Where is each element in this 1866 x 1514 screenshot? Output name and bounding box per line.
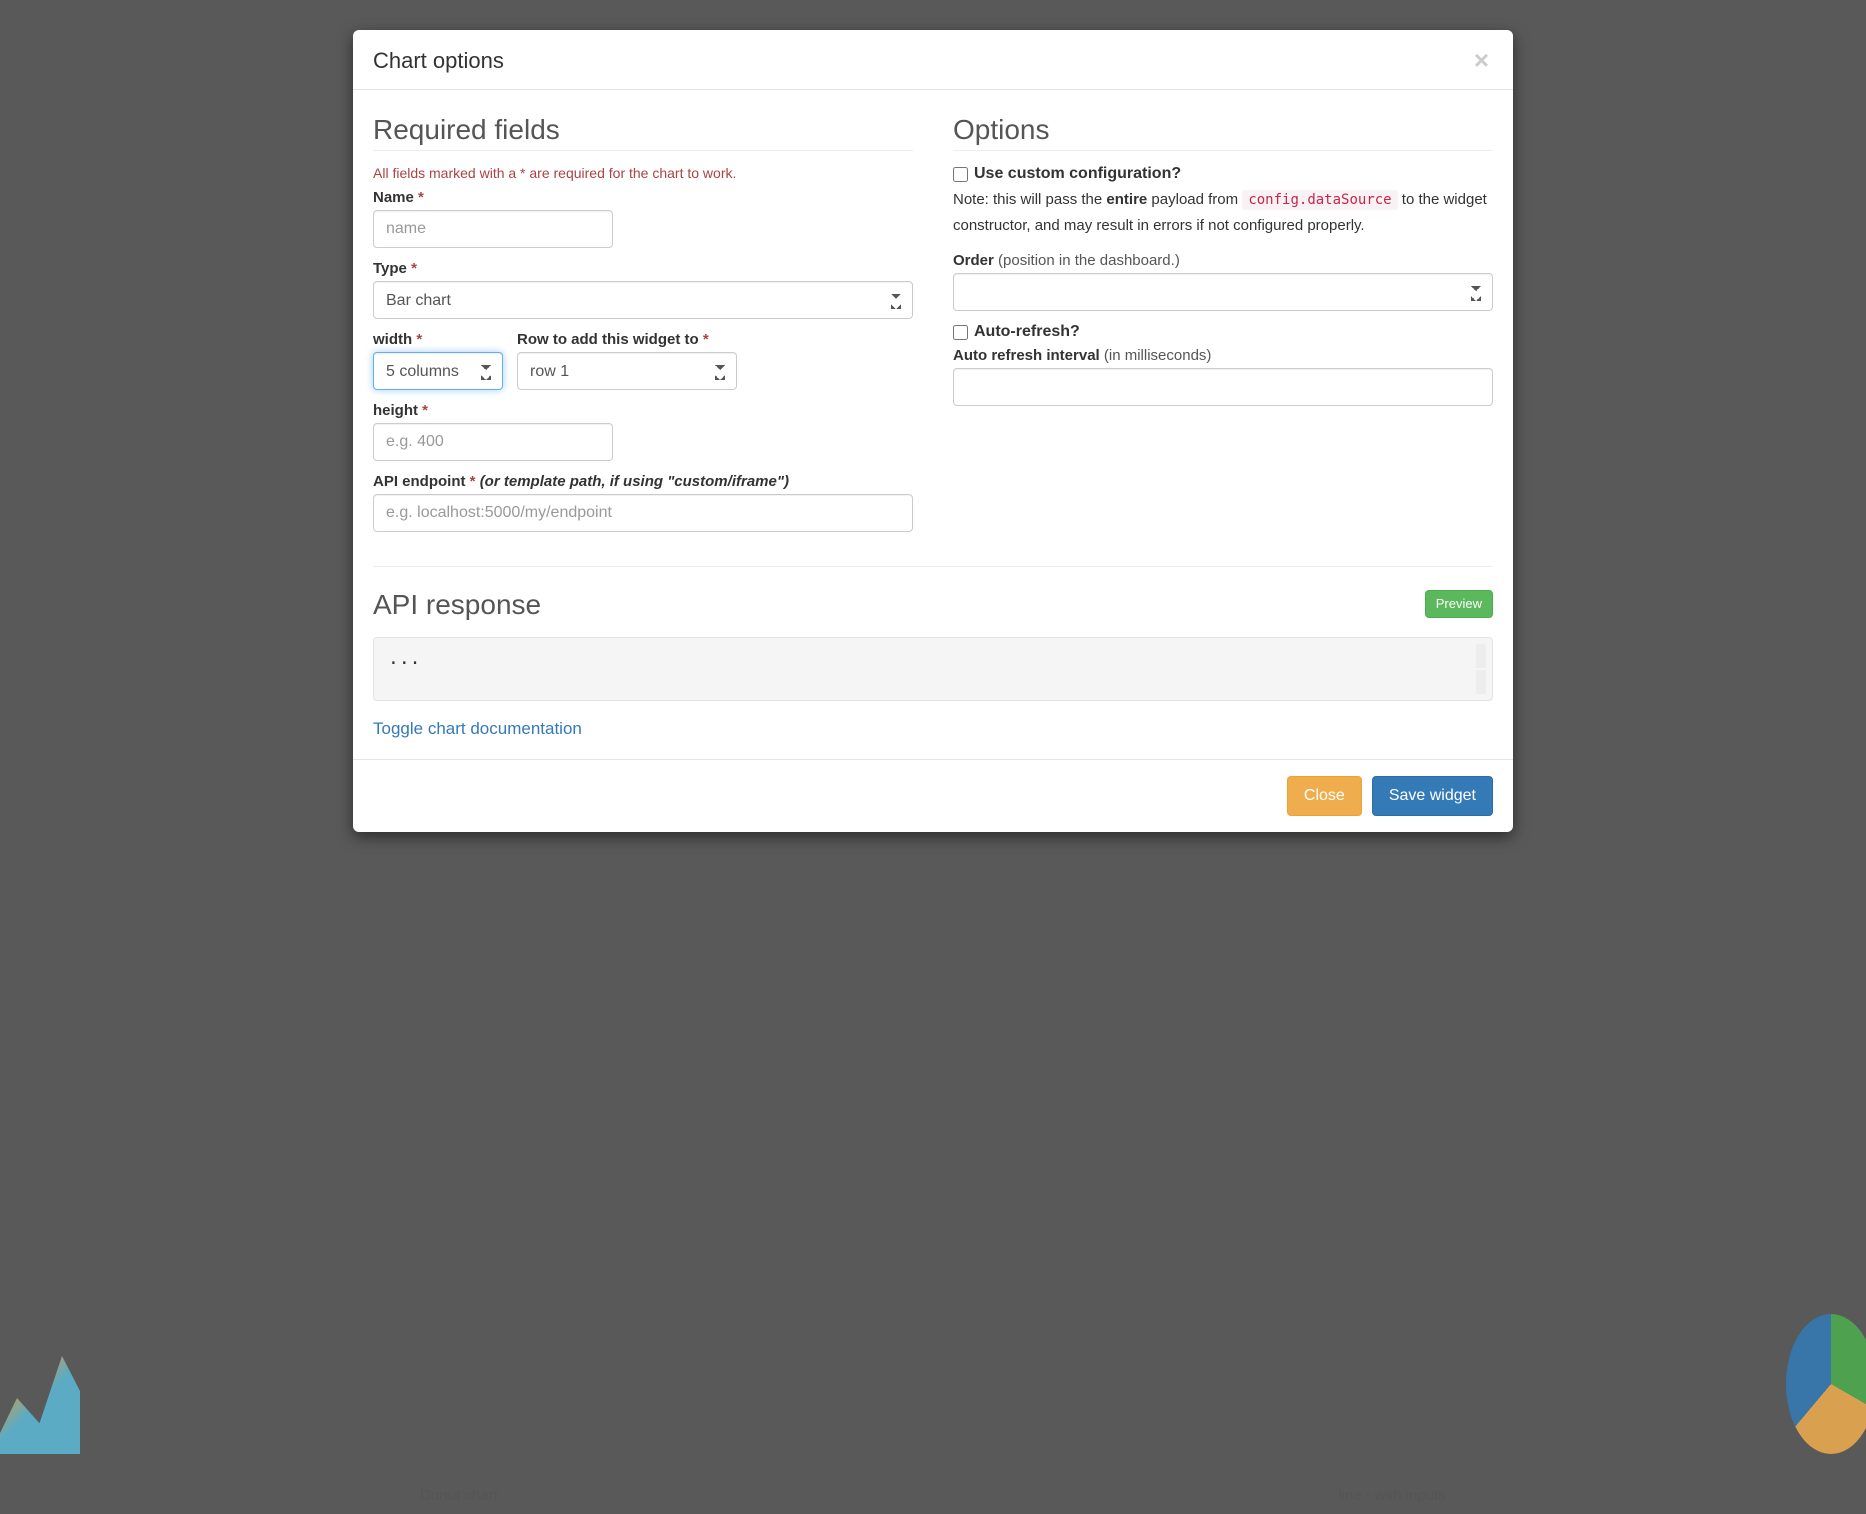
preview-button[interactable]: Preview [1425, 590, 1493, 618]
modal-body: Required fields All fields marked with a… [353, 90, 1513, 759]
required-fields-column: Required fields All fields marked with a… [373, 110, 913, 544]
interval-input[interactable] [953, 368, 1493, 406]
modal-backdrop: Donut chart line - with inputs Chart opt… [0, 0, 1866, 1514]
toggle-docs-link[interactable]: Toggle chart documentation [373, 719, 582, 738]
type-select[interactable]: Bar chart [373, 281, 913, 319]
autorefresh-checkbox[interactable] [953, 325, 968, 340]
close-icon[interactable]: × [1470, 53, 1493, 69]
type-label: Type * [373, 260, 913, 277]
modal-header: Chart options × [353, 30, 1513, 90]
name-label: Name * [373, 189, 913, 206]
interval-label: Auto refresh interval (in milliseconds) [953, 347, 1493, 364]
options-heading: Options [953, 114, 1493, 151]
endpoint-input[interactable] [373, 494, 913, 532]
height-label: height * [373, 402, 913, 419]
custom-config-note: Note: this will pass the entire payload … [953, 187, 1493, 238]
bg-caption-left: Donut chart [420, 1487, 498, 1504]
background-chart-right [1786, 1314, 1866, 1454]
row-select[interactable]: row 1 [517, 352, 737, 390]
width-select[interactable]: 5 columns [373, 352, 503, 390]
chart-options-modal: Chart options × Required fields All fiel… [353, 30, 1513, 832]
modal-footer: Close Save widget [353, 759, 1513, 832]
background-captions: Donut chart line - with inputs [0, 1487, 1866, 1504]
code-datasource: config.dataSource [1242, 190, 1397, 210]
options-column: Options Use custom configuration? Note: … [953, 110, 1493, 544]
divider [373, 566, 1493, 567]
save-widget-button[interactable]: Save widget [1372, 776, 1493, 816]
api-response-output: ... [373, 637, 1493, 701]
autorefresh-label: Auto-refresh? [974, 323, 1080, 341]
close-button[interactable]: Close [1287, 776, 1362, 816]
bg-caption-right: line - with inputs [1338, 1487, 1446, 1504]
order-label: Order (position in the dashboard.) [953, 252, 1493, 269]
custom-config-label: Use custom configuration? [974, 165, 1181, 183]
order-select[interactable] [953, 273, 1493, 311]
custom-config-checkbox[interactable] [953, 167, 968, 182]
height-input[interactable] [373, 423, 613, 461]
background-chart-left [0, 1314, 80, 1454]
row-label: Row to add this widget to * [517, 331, 737, 348]
api-response-heading: API response [373, 589, 1425, 621]
endpoint-label: API endpoint * (or template path, if usi… [373, 473, 913, 490]
modal-title: Chart options [373, 48, 504, 74]
required-helper: All fields marked with a * are required … [373, 165, 913, 181]
required-heading: Required fields [373, 114, 913, 151]
name-input[interactable] [373, 210, 613, 248]
width-label: width * [373, 331, 503, 348]
